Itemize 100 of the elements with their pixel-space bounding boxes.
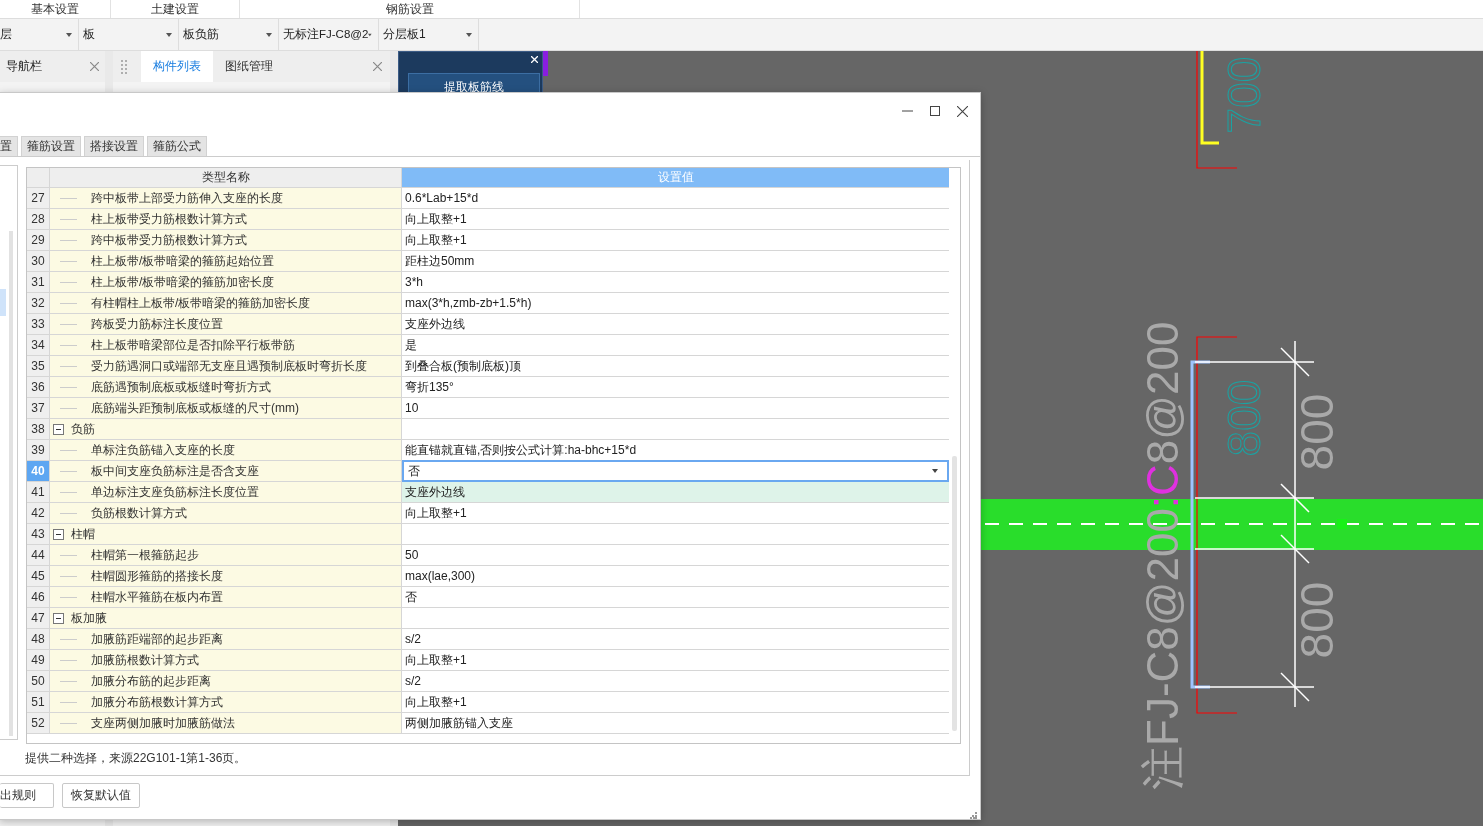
setting-value[interactable]: 向上取整+1 xyxy=(405,504,467,522)
menu-section[interactable]: 土建设置 xyxy=(111,0,240,18)
setting-value[interactable]: 到叠合板(预制底板)顶 xyxy=(405,357,521,375)
setting-value[interactable]: s/2 xyxy=(405,632,421,646)
row-number[interactable]: 48 xyxy=(27,629,50,649)
panel-title: 导航栏 xyxy=(6,58,42,75)
setting-name: 柱上板带/板带暗梁的箍筋起始位置 xyxy=(91,252,275,270)
column-header: 设置值 xyxy=(402,168,949,187)
dropdown[interactable]: 无标注FJ-C8@2 xyxy=(279,19,379,50)
setting-value[interactable]: 支座外边线 xyxy=(405,315,465,333)
grip-icon[interactable] xyxy=(121,59,127,74)
row-number[interactable]: 36 xyxy=(27,377,50,397)
menu-section[interactable]: 基本设置 xyxy=(0,0,111,18)
collapse-icon[interactable] xyxy=(53,612,64,624)
collapse-icon[interactable] xyxy=(53,528,64,540)
group-name: 板加腋 xyxy=(71,609,107,627)
row-number[interactable]: 42 xyxy=(27,503,50,523)
panel-tab[interactable]: 构件列表 xyxy=(141,51,213,82)
setting-name: 底筋端头距预制底板或板缝的尺寸(mm) xyxy=(91,399,299,417)
row-number[interactable]: 43 xyxy=(27,524,50,544)
setting-value[interactable]: 向上取整+1 xyxy=(405,210,467,228)
setting-name: 柱上板带/板带暗梁的箍筋加密长度 xyxy=(91,273,275,291)
row-number[interactable]: 37 xyxy=(27,398,50,418)
marker-bar xyxy=(543,51,548,76)
row-number[interactable]: 28 xyxy=(27,209,50,229)
dimension-text: 800 xyxy=(1291,581,1343,659)
group-name: 负筋 xyxy=(71,420,95,438)
resize-grip-icon[interactable] xyxy=(970,812,977,819)
menu-section[interactable]: 钢筋设置 xyxy=(240,0,580,18)
dropdown[interactable]: 板负筋 xyxy=(179,19,279,50)
row-number[interactable]: 41 xyxy=(27,482,50,502)
setting-name: 加腋分布筋根数计算方式 xyxy=(91,693,223,711)
setting-name: 有柱帽柱上板带/板带暗梁的箍筋加密长度 xyxy=(91,294,311,312)
collapse-icon[interactable] xyxy=(53,423,64,435)
setting-value[interactable]: 是 xyxy=(405,336,417,354)
row-number[interactable]: 31 xyxy=(27,272,50,292)
caret-icon xyxy=(466,32,472,37)
dialog-tab[interactable]: 搭接设置 xyxy=(84,136,144,156)
row-number[interactable]: 38 xyxy=(27,419,50,439)
dialog-tab[interactable]: 置 xyxy=(0,136,18,156)
setting-name: 柱帽水平箍筋在板内布置 xyxy=(91,588,223,606)
setting-name: 加腋筋距端部的起步距离 xyxy=(91,630,223,648)
setting-value[interactable]: 能直锚就直锚,否则按公式计算:ha-bhc+15*d xyxy=(405,441,637,459)
dropdown[interactable]: 板 xyxy=(79,19,179,50)
setting-value[interactable]: max(3*h,zmb-zb+1.5*h) xyxy=(405,296,532,310)
setting-value[interactable]: 10 xyxy=(405,401,419,415)
row-number[interactable]: 47 xyxy=(27,608,50,628)
hint-text: 提供二种选择，来源22G101-1第1-36页。 xyxy=(25,750,247,767)
setting-name: 跨中板带受力筋根数计算方式 xyxy=(91,231,247,249)
dialog-button[interactable]: 恢复默认值 xyxy=(62,783,140,808)
setting-value[interactable]: 弯折135° xyxy=(405,378,454,396)
setting-name: 柱上板带受力筋根数计算方式 xyxy=(91,210,247,228)
row-number[interactable]: 50 xyxy=(27,671,50,691)
dropdown[interactable]: 层 xyxy=(0,19,79,50)
row-number[interactable]: 52 xyxy=(27,713,50,733)
setting-name: 单边标注支座负筋标注长度位置 xyxy=(91,483,259,501)
setting-name: 受力筋遇洞口或端部无支座且遇预制底板时弯折长度 xyxy=(91,357,367,375)
close-icon[interactable] xyxy=(957,105,968,117)
row-number[interactable]: 32 xyxy=(27,293,50,313)
setting-value[interactable]: 向上取整+1 xyxy=(405,231,467,249)
dropdown[interactable]: 分层板1 xyxy=(379,19,479,50)
caret-icon xyxy=(266,32,272,37)
setting-value[interactable]: 距柱边50mm xyxy=(405,252,475,270)
setting-value[interactable]: s/2 xyxy=(405,674,421,688)
row-number[interactable]: 29 xyxy=(27,230,50,250)
setting-value[interactable]: 否 xyxy=(405,588,417,606)
setting-name: 柱上板带暗梁部位是否扣除平行板带筋 xyxy=(91,336,295,354)
caret-icon xyxy=(166,32,172,37)
row-number[interactable]: 34 xyxy=(27,335,50,355)
value-dropdown[interactable]: 否 xyxy=(402,460,949,482)
setting-value[interactable]: 向上取整+1 xyxy=(405,693,467,711)
dialog-tab[interactable]: 箍筋公式 xyxy=(147,136,207,156)
setting-name: 柱帽圆形箍筋的搭接长度 xyxy=(91,567,223,585)
row-number[interactable]: 33 xyxy=(27,314,50,334)
row-number[interactable]: 27 xyxy=(27,188,50,208)
setting-name: 单标注负筋锚入支座的长度 xyxy=(91,441,235,459)
maximize-icon[interactable] xyxy=(930,106,940,116)
setting-value[interactable]: 3*h xyxy=(405,275,424,289)
setting-value[interactable]: max(lae,300) xyxy=(405,569,476,583)
row-number[interactable]: 51 xyxy=(27,692,50,712)
setting-value[interactable]: 0.6*Lab+15*d xyxy=(405,191,479,205)
setting-value[interactable]: 50 xyxy=(405,548,419,562)
setting-value[interactable]: 两侧加腋筋锚入支座 xyxy=(405,714,513,732)
group-name: 柱帽 xyxy=(71,525,95,543)
setting-value[interactable]: 向上取整+1 xyxy=(405,651,467,669)
panel-tab[interactable]: 图纸管理 xyxy=(213,51,285,82)
row-number[interactable]: 49 xyxy=(27,650,50,670)
row-number[interactable]: 30 xyxy=(27,251,50,271)
row-number[interactable]: 39 xyxy=(27,440,50,460)
row-number[interactable]: 46 xyxy=(27,587,50,607)
dimension-text: 800 xyxy=(1218,379,1270,457)
dialog-button[interactable]: 出规则 xyxy=(0,783,54,808)
dialog-tab[interactable]: 箍筋设置 xyxy=(21,136,81,156)
row-number[interactable]: 45 xyxy=(27,566,50,586)
grip-point[interactable] xyxy=(1337,519,1347,529)
setting-value[interactable]: 支座外边线 xyxy=(405,483,465,501)
scrollbar[interactable] xyxy=(952,456,957,731)
row-number[interactable]: 35 xyxy=(27,356,50,376)
setting-name: 跨中板带上部受力筋伸入支座的长度 xyxy=(91,189,283,207)
row-number[interactable]: 44 xyxy=(27,545,50,565)
